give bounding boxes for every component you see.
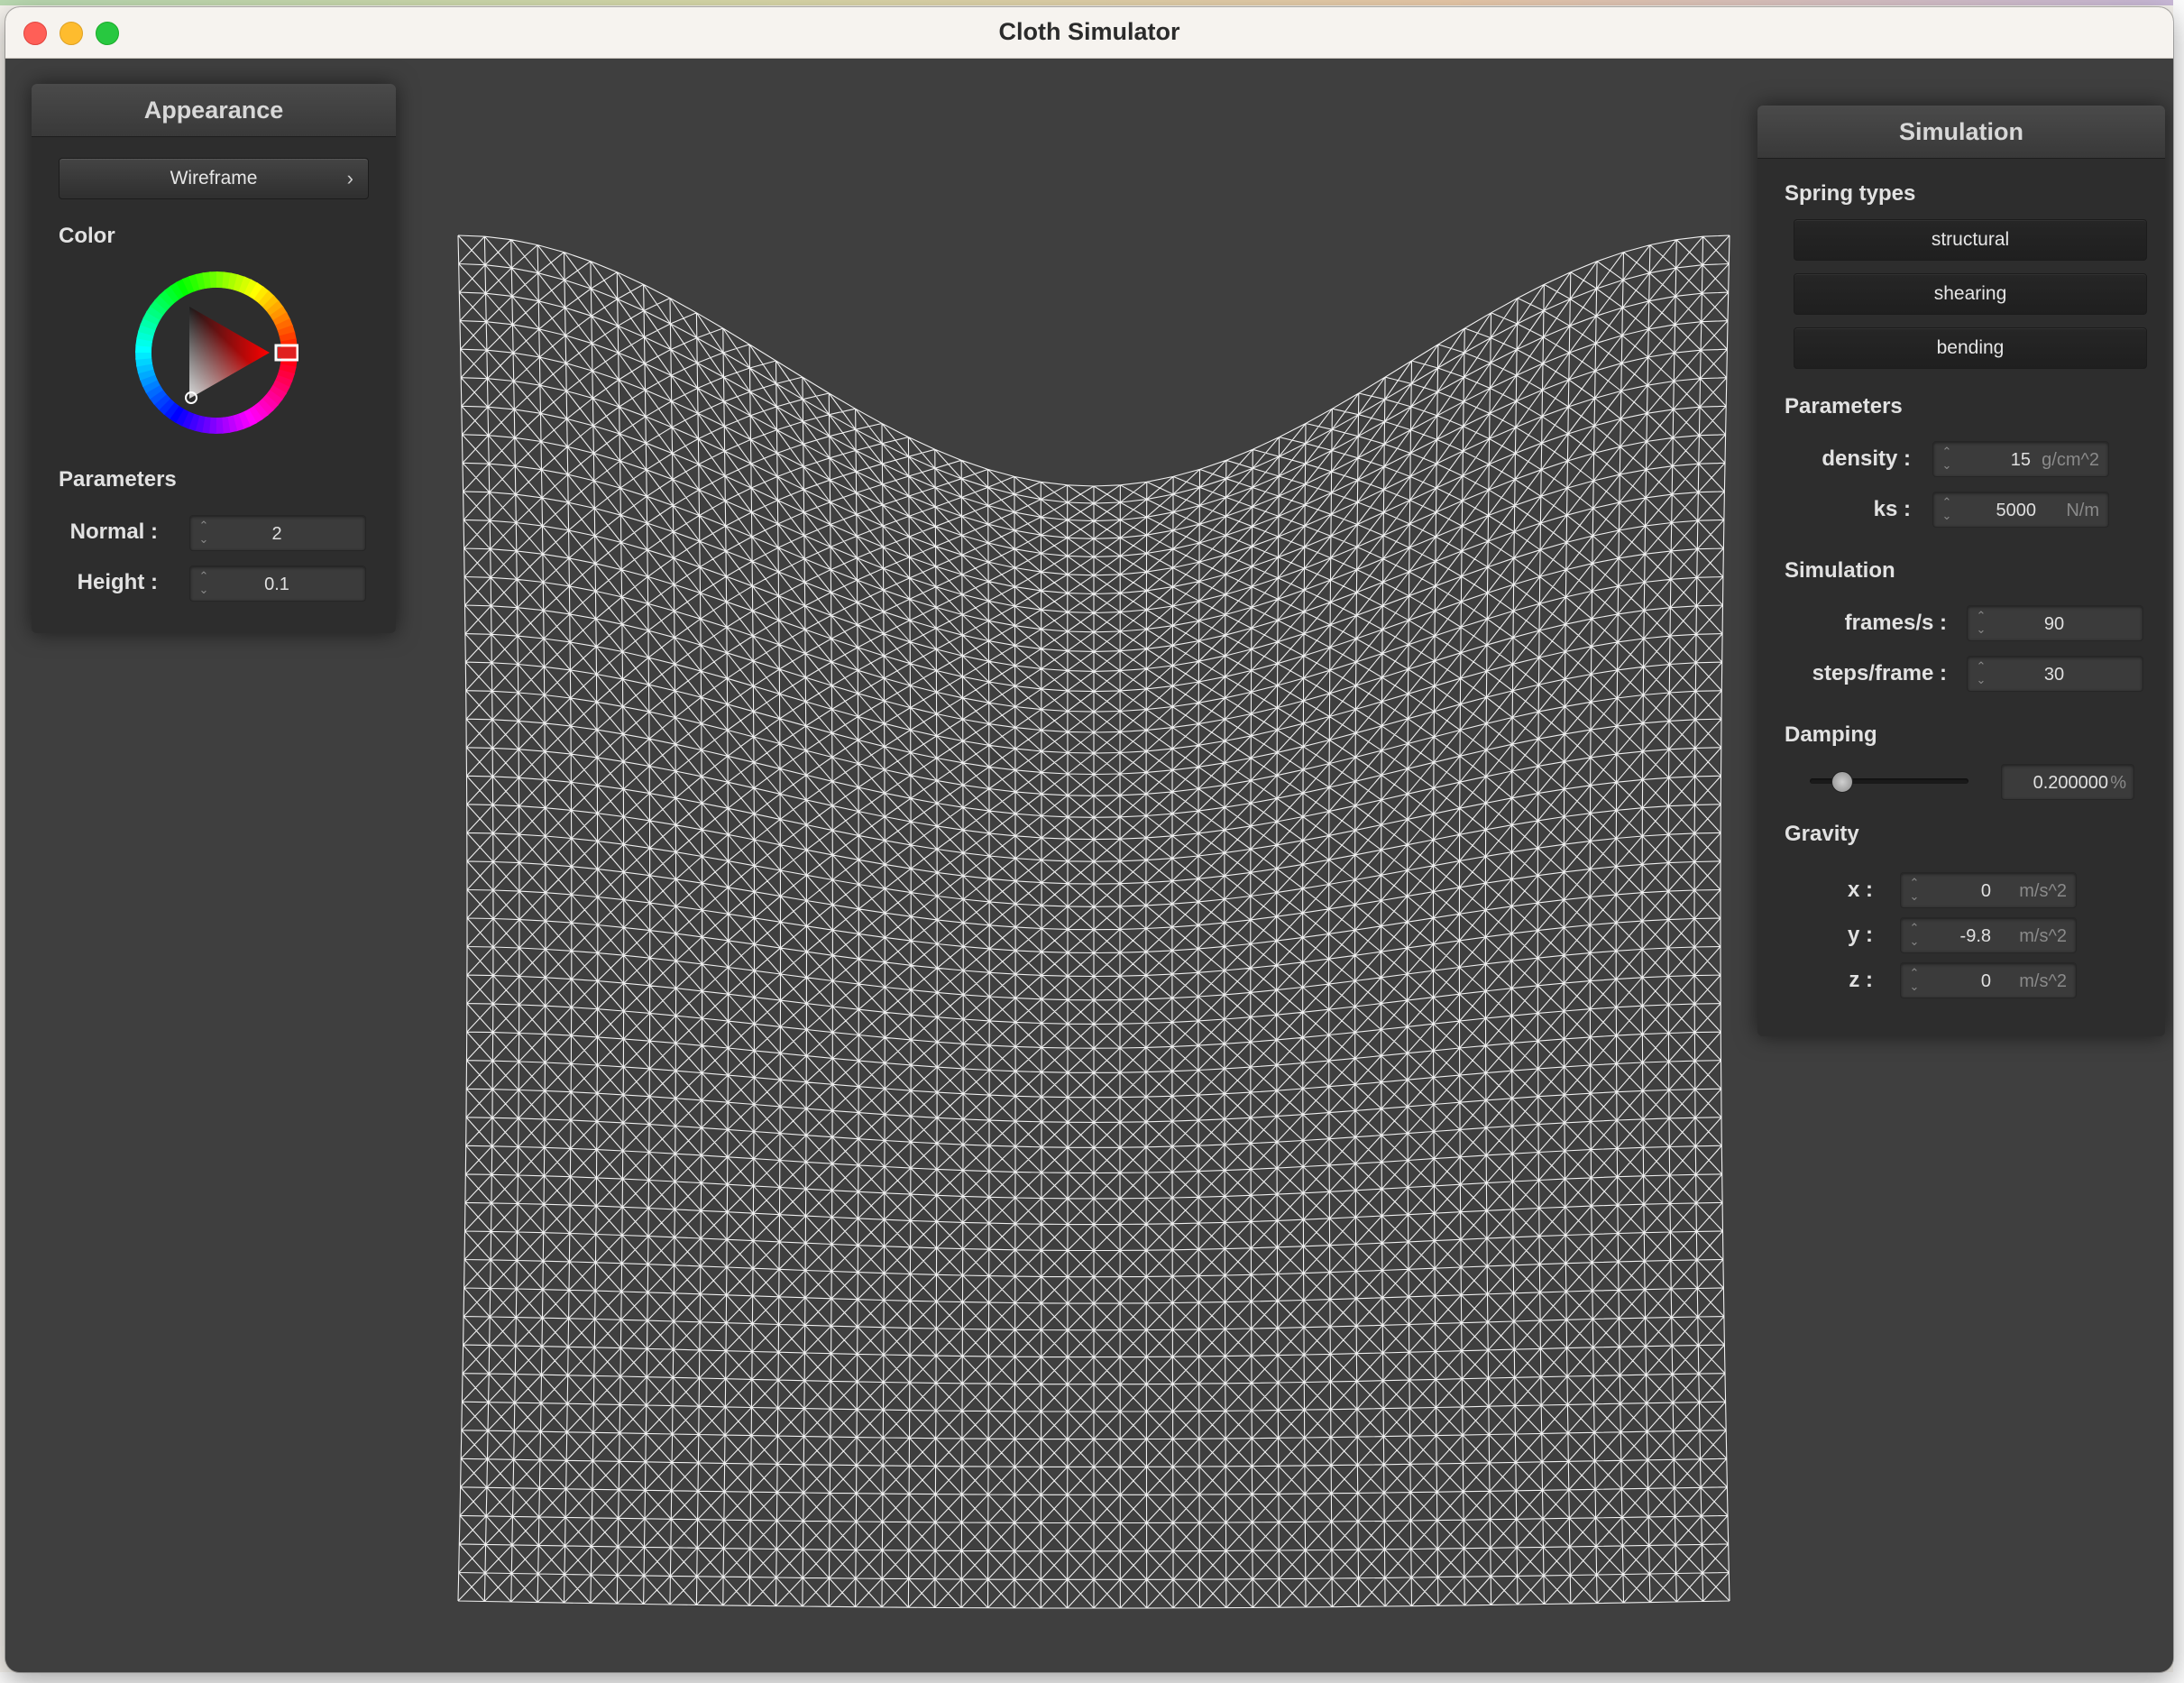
- normal-value: 2: [271, 524, 282, 544]
- background-window-edge-bottom: [0, 1672, 2184, 1683]
- gravity-y-unit: m/s^2: [2019, 926, 2067, 946]
- title-bar[interactable]: Cloth Simulator: [5, 7, 2173, 59]
- density-value: 15: [2010, 450, 2031, 470]
- color-wheel-icon[interactable]: [134, 271, 298, 435]
- normal-input[interactable]: ⌃ ⌄ 2: [189, 515, 366, 551]
- gravity-y-value: -9.8: [1959, 926, 1991, 946]
- desktop-background: [0, 0, 2184, 5]
- chevron-right-icon: ›: [346, 167, 353, 189]
- density-unit: g/cm^2: [2042, 450, 2099, 470]
- density-input[interactable]: ⌃ ⌄ 15 g/cm^2: [1932, 441, 2109, 477]
- gravity-x-input[interactable]: ⌃ ⌄ 0 m/s^2: [1900, 872, 2077, 908]
- shearing-toggle-button[interactable]: shearing: [1794, 273, 2147, 315]
- shader-select-label: Wireframe: [170, 168, 258, 189]
- app-window: Cloth Simulator Appearance Wireframe › C…: [5, 7, 2173, 1672]
- ks-label: ks :: [1873, 497, 1911, 521]
- simulation-parameters-label: Parameters: [1785, 394, 1903, 418]
- window-title: Cloth Simulator: [998, 18, 1180, 45]
- gravity-z-value: 0: [1980, 971, 1991, 991]
- color-section-label: Color: [59, 224, 115, 248]
- appearance-panel: Appearance Wireframe › Color Parameters …: [32, 84, 396, 633]
- up-down-spinner-icon[interactable]: ⌃ ⌄: [197, 569, 210, 598]
- steps-per-frame-label: steps/frame :: [1812, 661, 1947, 685]
- spring-types-label: Spring types: [1785, 181, 1916, 206]
- normal-label: Normal :: [69, 520, 158, 544]
- up-down-spinner-icon[interactable]: ⌃ ⌄: [1941, 445, 1953, 474]
- background-window-edge: [2173, 0, 2184, 1683]
- simulation-section-label: Simulation: [1785, 558, 1895, 583]
- gravity-label: Gravity: [1785, 822, 1859, 846]
- damping-value: 0.200000: [2033, 773, 2108, 793]
- up-down-spinner-icon[interactable]: ⌃ ⌄: [197, 519, 210, 547]
- height-input[interactable]: ⌃ ⌄ 0.1: [189, 566, 366, 602]
- frames-per-second-label: frames/s :: [1844, 611, 1947, 635]
- appearance-panel-title[interactable]: Appearance: [32, 84, 396, 137]
- hue-selector-fill: [278, 347, 296, 358]
- gravity-z-unit: m/s^2: [2019, 971, 2067, 991]
- simulation-panel-title[interactable]: Simulation: [1757, 106, 2165, 159]
- damping-input[interactable]: 0.200000 %: [2001, 764, 2134, 800]
- density-label: density :: [1822, 446, 1911, 471]
- up-down-spinner-icon[interactable]: ⌃ ⌄: [1975, 609, 1987, 638]
- gravity-x-unit: m/s^2: [2019, 881, 2067, 901]
- gravity-x-label: x :: [1847, 878, 1873, 902]
- up-down-spinner-icon[interactable]: ⌃ ⌄: [1941, 495, 1953, 524]
- steps-per-frame-input[interactable]: ⌃ ⌄ 30: [1967, 656, 2143, 692]
- ks-unit: N/m: [2066, 501, 2099, 520]
- gravity-x-value: 0: [1980, 881, 1991, 901]
- up-down-spinner-icon[interactable]: ⌃ ⌄: [1908, 966, 1921, 995]
- height-label: Height :: [77, 570, 158, 594]
- height-value: 0.1: [264, 575, 289, 594]
- frames-per-second-value: 90: [2043, 614, 2065, 634]
- up-down-spinner-icon[interactable]: ⌃ ⌄: [1975, 659, 1987, 688]
- steps-per-frame-value: 30: [2043, 665, 2065, 685]
- ks-input[interactable]: ⌃ ⌄ 5000 N/m: [1932, 492, 2109, 528]
- ks-value: 5000: [1996, 501, 2037, 520]
- up-down-spinner-icon[interactable]: ⌃ ⌄: [1908, 921, 1921, 950]
- gravity-y-label: y :: [1847, 923, 1873, 947]
- gravity-z-label: z :: [1849, 968, 1873, 992]
- gravity-z-input[interactable]: ⌃ ⌄ 0 m/s^2: [1900, 962, 2077, 998]
- shader-select-button[interactable]: Wireframe ›: [59, 158, 369, 199]
- gravity-y-input[interactable]: ⌃ ⌄ -9.8 m/s^2: [1900, 917, 2077, 953]
- damping-unit: %: [2110, 773, 2126, 793]
- appearance-parameters-label: Parameters: [59, 467, 177, 492]
- damping-slider-handle[interactable]: [1831, 771, 1854, 793]
- cloth-viewport[interactable]: Appearance Wireframe › Color Parameters …: [5, 59, 2173, 1672]
- frames-per-second-input[interactable]: ⌃ ⌄ 90: [1967, 605, 2143, 641]
- structural-toggle-button[interactable]: structural: [1794, 219, 2147, 261]
- simulation-panel: Simulation Spring types structural shear…: [1757, 106, 2165, 1036]
- up-down-spinner-icon[interactable]: ⌃ ⌄: [1908, 876, 1921, 905]
- cloth-mesh-lines: [457, 235, 1730, 1609]
- bending-toggle-button[interactable]: bending: [1794, 327, 2147, 369]
- damping-label: Damping: [1785, 722, 1877, 747]
